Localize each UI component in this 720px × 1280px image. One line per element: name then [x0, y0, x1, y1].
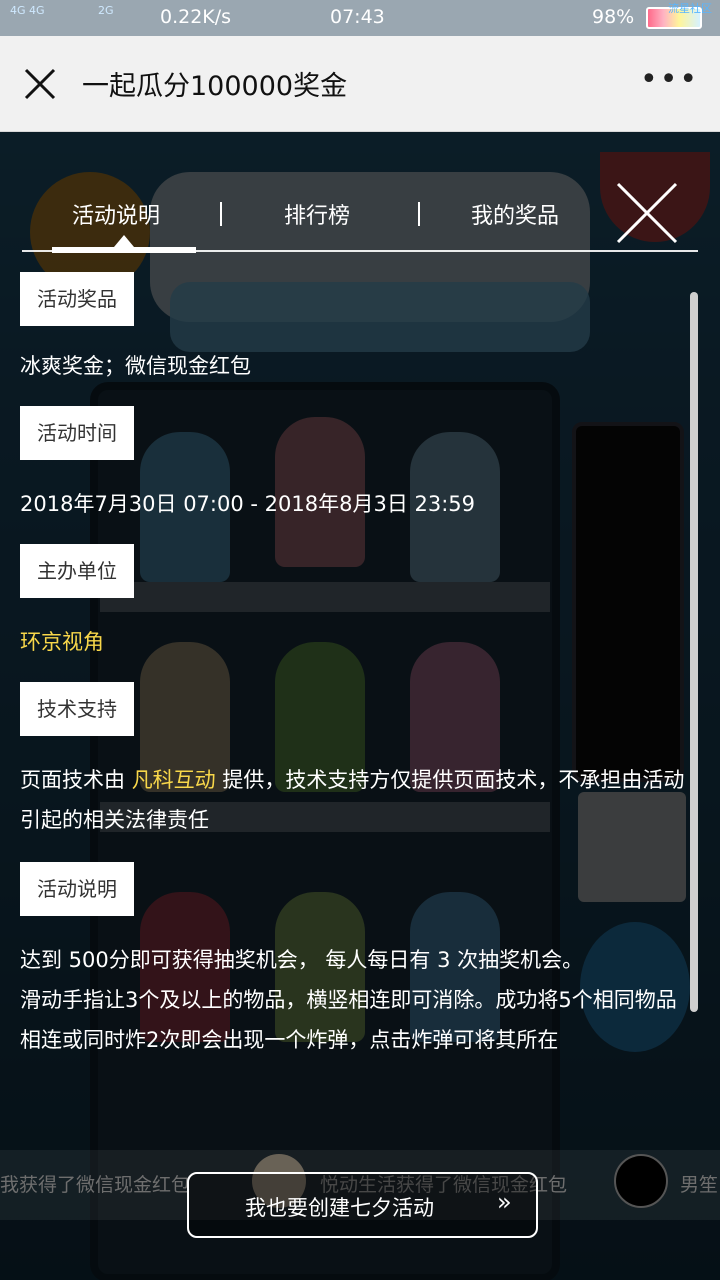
marquee-item: 我获得了微信现金红包	[0, 1174, 191, 1196]
signal-indicator: 4G 4G	[10, 4, 45, 17]
desc-line-1: 达到 500分即可获得抽奖机会， 每人每日有 3 次抽奖机会。	[20, 948, 584, 972]
tab-my-prizes[interactable]: 我的奖品	[471, 198, 559, 230]
section-label-tech: 技术支持	[20, 682, 134, 736]
title-bar: 一起瓜分100000奖金 •••	[0, 36, 720, 132]
more-icon[interactable]: •••	[640, 65, 697, 100]
rules-content[interactable]: 活动奖品 冰爽奖金；微信现金红包 活动时间 2018年7月30日 07:00 -…	[20, 272, 690, 1152]
section-label-desc: 活动说明	[20, 862, 134, 916]
close-icon[interactable]	[20, 64, 60, 104]
avatar	[614, 1154, 668, 1208]
marquee-item: 男笙	[680, 1174, 719, 1196]
tech-text: 页面技术由 凡科互动 提供，技术支持方仅提供页面技术，不承担由活动引起的相关法律…	[20, 760, 690, 840]
section-label-prize: 活动奖品	[20, 272, 134, 326]
tab-leaderboard[interactable]: 排行榜	[284, 198, 350, 230]
active-tab-indicator	[52, 235, 196, 253]
tab-bar: 活动说明 排行榜 我的奖品	[22, 192, 698, 266]
organizer-text: 环京视角	[20, 630, 104, 654]
battery-percent: 98%	[592, 6, 635, 28]
create-activity-button[interactable]: 我也要创建七夕活动 »	[187, 1172, 538, 1238]
clock: 07:43	[330, 6, 385, 28]
time-text: 2018年7月30日 07:00 - 2018年8月3日 23:59	[20, 492, 476, 516]
status-bar: 4G 4G 2G 0.22K/s 07:43 98% 流星社区	[0, 0, 720, 36]
network-speed: 0.22K/s	[160, 6, 232, 28]
tech-text-before: 页面技术由	[20, 768, 125, 792]
content-scrollbar[interactable]	[690, 292, 698, 1012]
prize-text: 冰爽奖金；微信现金红包	[20, 354, 251, 378]
signal-indicator-2: 2G	[98, 4, 114, 17]
desc-line-2: 滑动手指让3个及以上的物品，横竖相连即可消除。成功将5个相同物品相连或同时炸2次…	[20, 988, 677, 1052]
create-activity-label: 我也要创建七夕活动	[245, 1196, 434, 1220]
tech-company-link[interactable]: 凡科互动	[132, 768, 216, 792]
rules-overlay: 活动说明 排行榜 我的奖品 活动奖品 冰爽奖金；微信现金红包 活动时间 2018…	[0, 132, 720, 1280]
watermark: 流星社区	[668, 2, 712, 15]
tab-divider	[418, 202, 420, 226]
double-chevron-right-icon: »	[497, 1188, 512, 1216]
section-label-time: 活动时间	[20, 406, 134, 460]
tab-divider	[220, 202, 222, 226]
section-label-organizer: 主办单位	[20, 544, 134, 598]
close-icon[interactable]	[614, 180, 680, 246]
tab-rules[interactable]: 活动说明	[72, 198, 160, 230]
page-title: 一起瓜分100000奖金	[82, 71, 348, 102]
